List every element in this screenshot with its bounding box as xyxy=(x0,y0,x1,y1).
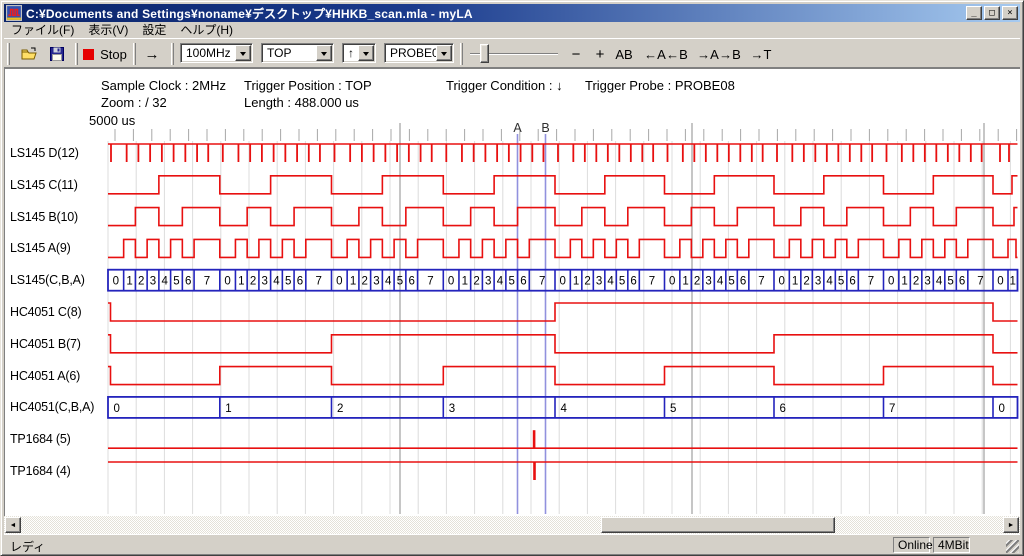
wave-hc-bit-0 xyxy=(108,367,1018,385)
ls_bus-value: 3 xyxy=(485,276,491,288)
hc_bus-value: 5 xyxy=(670,403,676,415)
ls_bus-value: 7 xyxy=(977,276,983,288)
hc_bus-value: 3 xyxy=(449,403,455,415)
ls_bus-value: 5 xyxy=(947,276,953,288)
ls_bus-value: 7 xyxy=(315,276,321,288)
hc_bus-value: 4 xyxy=(561,403,568,415)
ls_bus-value: 1 xyxy=(126,276,132,288)
wave-hc-bit-1 xyxy=(108,335,1018,353)
ls_bus-value: 4 xyxy=(162,276,169,288)
ls_bus-value: 2 xyxy=(473,276,479,288)
ls_bus-value: 1 xyxy=(350,276,356,288)
ls_bus-value: 2 xyxy=(138,276,144,288)
ls_bus-value: 7 xyxy=(868,276,874,288)
ls_bus-value: 3 xyxy=(705,276,711,288)
ls_bus-value: 6 xyxy=(185,276,191,288)
ls_bus-value: 3 xyxy=(815,276,821,288)
ls_bus-value: 7 xyxy=(204,276,210,288)
status-bar: レディ Online 4MBit xyxy=(4,534,1020,554)
ls_bus-value: 6 xyxy=(630,276,636,288)
status-memory-badge: 4MBit xyxy=(933,537,970,553)
ls_bus-value: 2 xyxy=(362,276,368,288)
ls_bus-value: 2 xyxy=(694,276,700,288)
ls_bus-value: 1 xyxy=(901,276,907,288)
ls_bus-value: 0 xyxy=(997,276,1003,288)
resize-grip-icon[interactable] xyxy=(1006,540,1019,553)
ls_bus-value: 0 xyxy=(559,276,565,288)
ls_bus-value: 0 xyxy=(448,276,454,288)
ls_bus-value: 1 xyxy=(792,276,798,288)
bus-rows: 0123456701234567012345670123456701234567… xyxy=(108,270,1018,418)
ls_bus-value: 7 xyxy=(427,276,433,288)
ls_bus-value: 0 xyxy=(224,276,230,288)
ls_bus-value: 4 xyxy=(936,276,943,288)
ls_bus-value: 7 xyxy=(758,276,764,288)
ls_bus-value: 2 xyxy=(584,276,590,288)
ls_bus-value: 6 xyxy=(959,276,965,288)
grid-lines xyxy=(108,123,1017,514)
ls_bus-value: 7 xyxy=(649,276,655,288)
ls_bus-value: 2 xyxy=(250,276,256,288)
wave-ls-bit-2 xyxy=(108,176,1018,194)
ls_bus-value: 2 xyxy=(803,276,809,288)
ls_bus-value: 1 xyxy=(1010,276,1016,288)
scroll-left-button[interactable]: ◄ xyxy=(5,517,21,533)
ls_bus-value: 6 xyxy=(520,276,526,288)
ls_bus-value: 5 xyxy=(728,276,734,288)
ls_bus-value: 6 xyxy=(409,276,415,288)
ls_bus-value: 5 xyxy=(838,276,844,288)
ls_bus-value: 3 xyxy=(596,276,602,288)
ls_bus-value: 6 xyxy=(297,276,303,288)
ls_bus-value: 2 xyxy=(913,276,919,288)
ls_bus-value: 4 xyxy=(497,276,504,288)
ls_bus-value: 5 xyxy=(509,276,515,288)
horizontal-scrollbar[interactable]: ◄ ► xyxy=(4,516,1020,534)
ls_bus-value: 4 xyxy=(607,276,614,288)
app-window: C:¥Documents and Settings¥noname¥デスクトップ¥… xyxy=(0,0,1024,556)
ls_bus-value: 5 xyxy=(619,276,625,288)
cursor-label-b: B xyxy=(541,121,549,135)
hc_bus-value: 0 xyxy=(114,403,120,415)
ls_bus-value: 0 xyxy=(669,276,675,288)
ls_bus-value: 0 xyxy=(778,276,784,288)
ls_bus-value: 6 xyxy=(740,276,746,288)
hc_bus-value: 7 xyxy=(889,403,895,415)
ls_bus-value: 1 xyxy=(238,276,244,288)
ls_bus-value: 7 xyxy=(539,276,545,288)
scrollbar-thumb[interactable] xyxy=(601,517,835,533)
pulse-mark xyxy=(533,462,536,480)
ls_bus-value: 4 xyxy=(717,276,724,288)
status-ready-text: レディ xyxy=(10,538,45,555)
hc_bus-value: 0 xyxy=(999,403,1005,415)
ls_bus-value: 4 xyxy=(385,276,392,288)
ls_bus-value: 4 xyxy=(273,276,280,288)
ls_bus-value: 6 xyxy=(849,276,855,288)
wave-ls-bit-1 xyxy=(108,208,1018,226)
ls_bus-value: 1 xyxy=(682,276,688,288)
waveform-area[interactable]: AB01234567012345670123456701234567012345… xyxy=(1,1,1024,556)
ls_bus-value: 5 xyxy=(397,276,403,288)
ls_bus-value: 3 xyxy=(150,276,156,288)
hc_bus-value: 6 xyxy=(780,403,786,415)
pulse-mark xyxy=(533,430,536,448)
ls_bus-value: 1 xyxy=(573,276,579,288)
wave-ls-bit-0 xyxy=(108,239,1018,257)
waveforms xyxy=(108,144,1018,480)
ls_bus-value: 3 xyxy=(373,276,379,288)
scroll-right-button[interactable]: ► xyxy=(1003,517,1019,533)
ls_bus-value: 0 xyxy=(336,276,342,288)
ls_bus-value: 0 xyxy=(888,276,894,288)
ls_bus-value: 4 xyxy=(826,276,833,288)
status-online-badge: Online xyxy=(893,537,930,553)
hc_bus-value: 1 xyxy=(225,403,231,415)
ls_bus-value: 3 xyxy=(924,276,930,288)
ls_bus-value: 5 xyxy=(285,276,291,288)
hc_bus-value: 2 xyxy=(337,403,343,415)
ls_bus-value: 0 xyxy=(113,276,119,288)
wave-hc-bit-2 xyxy=(108,303,1018,321)
ls_bus-value: 1 xyxy=(462,276,468,288)
ls_bus-value: 5 xyxy=(173,276,179,288)
ls_bus-value: 3 xyxy=(262,276,268,288)
cursor-label-a: A xyxy=(513,121,522,135)
